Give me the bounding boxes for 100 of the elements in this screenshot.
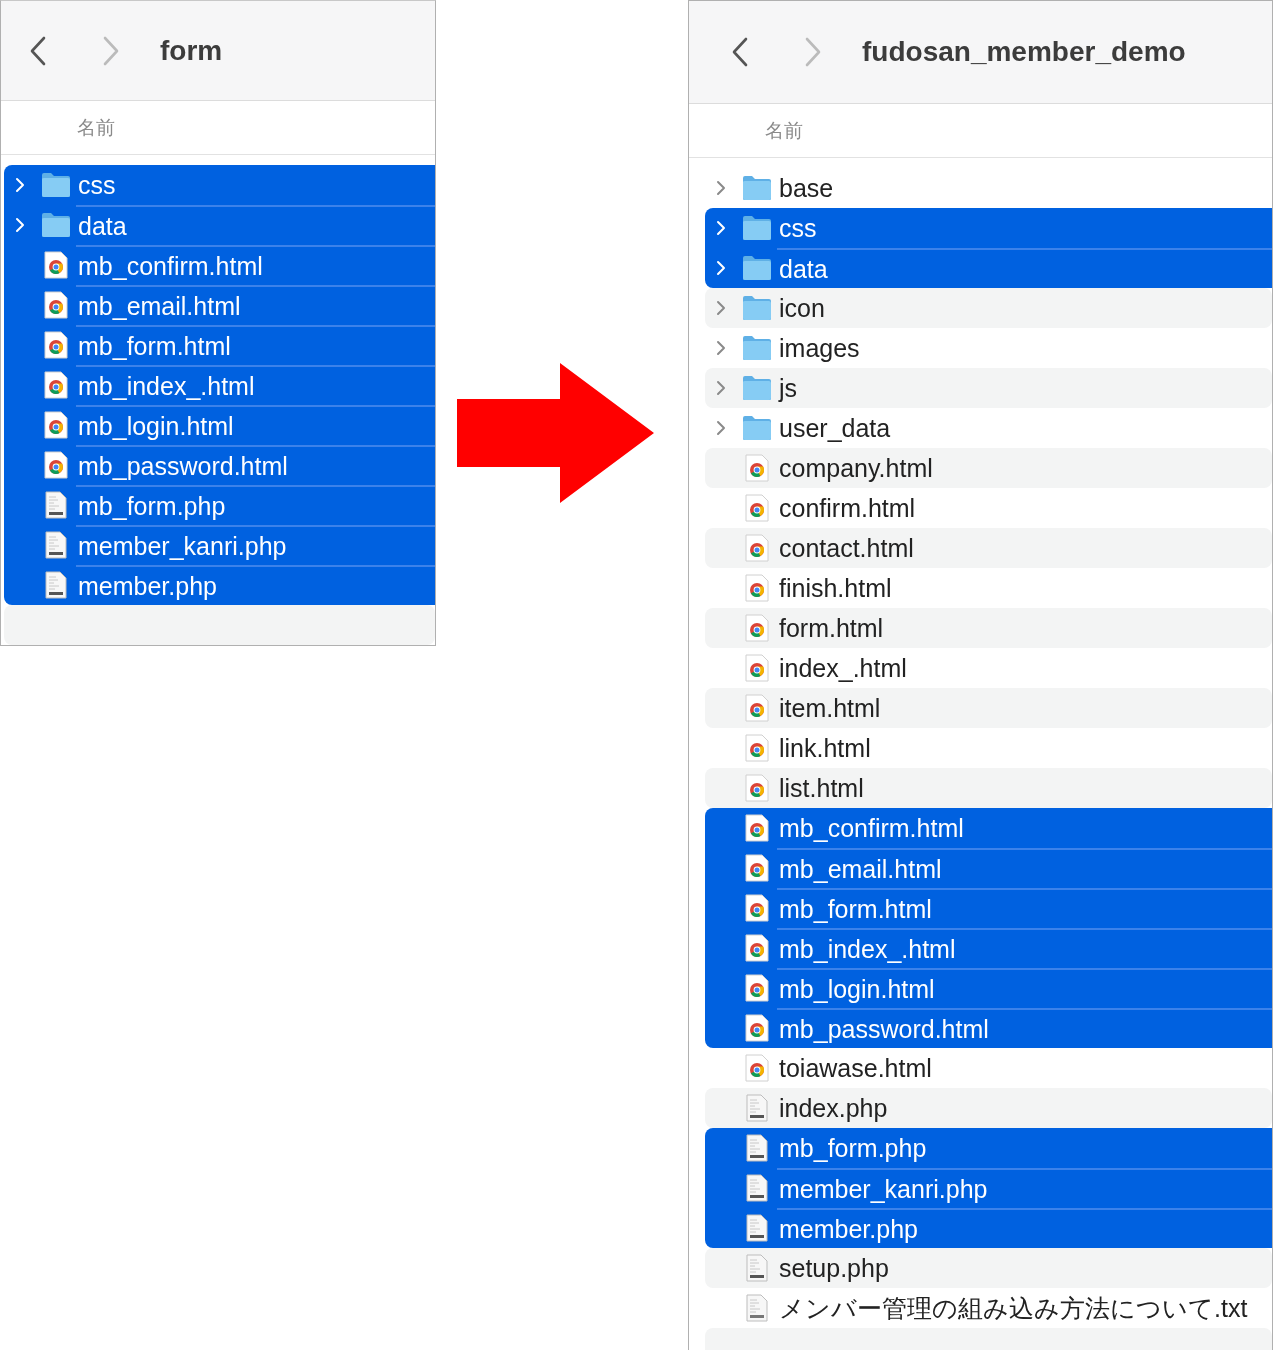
chrome-document-icon: [44, 451, 68, 479]
php-document-icon: [746, 1214, 768, 1242]
chrome-document-icon: [745, 534, 769, 562]
file-row[interactable]: index_.html: [705, 648, 1272, 688]
php-document-icon: [746, 1134, 768, 1162]
chrome-document-icon: [745, 494, 769, 522]
file-row[interactable]: mb_login.html: [4, 405, 435, 445]
file-row[interactable]: mb_confirm.html: [705, 808, 1272, 848]
php-document-icon: [746, 1094, 768, 1122]
back-icon[interactable]: [731, 37, 749, 67]
file-name: confirm.html: [778, 492, 917, 524]
file-row[interactable]: images: [705, 328, 1272, 368]
file-row[interactable]: icon: [705, 288, 1272, 328]
file-name: toiawase.html: [778, 1052, 933, 1084]
file-row[interactable]: base: [705, 168, 1272, 208]
chrome-document-icon: [745, 614, 769, 642]
file-name: member_kanri.php: [76, 525, 435, 565]
file-row[interactable]: member_kanri.php: [4, 525, 435, 565]
file-name: setup.php: [778, 1252, 890, 1284]
file-row[interactable]: css: [705, 208, 1272, 248]
chrome-document-icon: [745, 854, 769, 882]
folder-icon: [742, 335, 772, 361]
folder-icon: [41, 212, 71, 238]
folder-icon: [742, 415, 772, 441]
file-row[interactable]: メンバー管理の組み込み方法について.txt: [705, 1288, 1272, 1328]
file-name: メンバー管理の組み込み方法について.txt: [778, 1292, 1249, 1324]
file-name: list.html: [778, 772, 865, 804]
chrome-document-icon: [44, 371, 68, 399]
file-row[interactable]: mb_confirm.html: [4, 245, 435, 285]
file-row[interactable]: toiawase.html: [705, 1048, 1272, 1088]
chrome-document-icon: [745, 814, 769, 842]
chrome-document-icon: [745, 694, 769, 722]
disclosure-chevron-icon[interactable]: [716, 380, 726, 396]
window-title: fudosan_member_demo: [862, 36, 1186, 68]
file-row[interactable]: data: [4, 205, 435, 245]
file-row[interactable]: confirm.html: [705, 488, 1272, 528]
file-row[interactable]: member.php: [4, 565, 435, 605]
column-header[interactable]: 名前: [77, 114, 115, 141]
php-document-icon: [45, 531, 67, 559]
file-row[interactable]: index.php: [705, 1088, 1272, 1128]
file-name: mb_index_.html: [76, 365, 435, 405]
file-row[interactable]: user_data: [705, 408, 1272, 448]
text-document-icon: [746, 1294, 768, 1322]
chrome-document-icon: [745, 894, 769, 922]
file-name: index.php: [778, 1092, 889, 1124]
file-row[interactable]: mb_form.html: [4, 325, 435, 365]
folder-icon: [742, 175, 772, 201]
file-name: mb_confirm.html: [778, 812, 965, 844]
file-name: user_data: [778, 412, 892, 444]
file-row[interactable]: mb_email.html: [4, 285, 435, 325]
file-row[interactable]: company.html: [705, 448, 1272, 488]
chrome-document-icon: [745, 934, 769, 962]
file-row[interactable]: item.html: [705, 688, 1272, 728]
file-row[interactable]: mb_form.php: [4, 485, 435, 525]
folder-icon: [742, 375, 772, 401]
file-row[interactable]: mb_password.html: [4, 445, 435, 485]
file-name: base: [778, 172, 835, 204]
file-row[interactable]: link.html: [705, 728, 1272, 768]
chrome-document-icon: [44, 291, 68, 319]
column-header[interactable]: 名前: [765, 117, 803, 144]
chrome-document-icon: [745, 734, 769, 762]
file-name: finish.html: [778, 572, 893, 604]
file-row[interactable]: list.html: [705, 768, 1272, 808]
folder-icon: [41, 172, 71, 198]
chrome-document-icon: [745, 574, 769, 602]
file-name: item.html: [778, 692, 882, 724]
chrome-document-icon: [745, 654, 769, 682]
file-row[interactable]: css: [4, 165, 435, 205]
file-name: css: [77, 169, 117, 201]
chrome-document-icon: [745, 774, 769, 802]
chrome-document-icon: [745, 974, 769, 1002]
php-document-icon: [746, 1254, 768, 1282]
file-name: link.html: [778, 732, 872, 764]
file-name: images: [778, 332, 861, 364]
php-document-icon: [45, 491, 67, 519]
back-icon[interactable]: [29, 35, 47, 66]
file-row[interactable]: setup.php: [705, 1248, 1272, 1288]
disclosure-chevron-icon[interactable]: [716, 420, 726, 436]
file-name: form.html: [778, 612, 885, 644]
file-name: index_.html: [778, 652, 908, 684]
file-row[interactable]: mb_index_.html: [4, 365, 435, 405]
php-document-icon: [45, 571, 67, 599]
file-row[interactable]: contact.html: [705, 528, 1272, 568]
file-row[interactable]: form.html: [705, 608, 1272, 648]
folder-icon: [742, 215, 772, 241]
file-row[interactable]: js: [705, 368, 1272, 408]
file-name: mb_form.php: [778, 1132, 928, 1164]
disclosure-chevron-icon[interactable]: [716, 300, 726, 316]
file-name: mb_email.html: [76, 285, 435, 325]
file-name: contact.html: [778, 532, 915, 564]
folder-icon: [742, 295, 772, 321]
disclosure-chevron-icon[interactable]: [716, 340, 726, 356]
chrome-document-icon: [745, 454, 769, 482]
file-name: css: [778, 212, 818, 244]
chrome-document-icon: [44, 411, 68, 439]
disclosure-chevron-icon[interactable]: [716, 180, 726, 196]
file-row[interactable]: mb_form.php: [705, 1128, 1272, 1168]
file-row[interactable]: finish.html: [705, 568, 1272, 608]
chrome-document-icon: [745, 1054, 769, 1082]
folder-icon: [742, 255, 772, 281]
